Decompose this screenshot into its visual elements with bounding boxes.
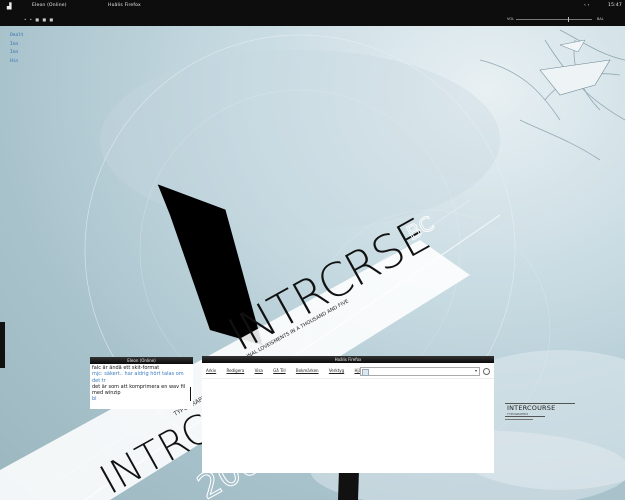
menu-item-visa[interactable]: Visa (255, 368, 263, 373)
dock-dots-icon[interactable]: • • ■ ■ ■ (24, 17, 54, 22)
window-controls[interactable]: ‹ › (584, 3, 590, 8)
firefox-window: Hoâlis Firefox Arkiv Redigera Visa Gå Ti… (202, 356, 494, 473)
desktop-icon[interactable]: Onalt (10, 33, 24, 38)
chat-window-title[interactable]: Eleon (Online) (90, 357, 193, 364)
desktop-icons: Onalt Inn Inn Hin (10, 33, 24, 67)
chat-line: mjc: säkert.. har aldrig hört talas om (92, 371, 184, 378)
desktop-icon[interactable]: Hin (10, 59, 24, 64)
menu-item-redigera[interactable]: Redigera (226, 368, 244, 373)
chat-window: Eleon (Online) falc är ändå ett skit-for… (90, 357, 193, 409)
toolbar-divider (202, 378, 494, 379)
chat-log: falc är ändå ett skit-format mjc: säkert… (90, 364, 193, 404)
menu-item-bokmarken[interactable]: Bokmärken (296, 368, 319, 373)
menu-item-verktyg[interactable]: Verktyg (329, 368, 344, 373)
menu-item-ga-till[interactable]: Gå Till (273, 368, 285, 373)
side-panel-tab[interactable] (0, 322, 5, 368)
active-window-center[interactable]: Hoâlis Firefox (108, 3, 141, 8)
page-icon (362, 369, 369, 376)
top-panel: ▟ Eleon (Online) Hoâlis Firefox ‹ › 15:4… (0, 0, 625, 26)
volume-knob[interactable] (567, 17, 569, 22)
chat-scrollbar[interactable] (189, 365, 192, 409)
divider (505, 416, 545, 417)
volume-slider[interactable] (516, 19, 592, 20)
chat-line: bl (92, 396, 97, 403)
divider (505, 419, 533, 420)
chevron-down-icon[interactable]: ▾ (475, 368, 477, 373)
desktop: INTRCRSE INAL LOVEISMENTS IN A THOUSAND … (0, 0, 625, 500)
menu-bar: Arkiv Redigera Visa Gå Till Bokmärken Ve… (206, 368, 374, 373)
firefox-window-title[interactable]: Hoâlis Firefox (202, 356, 494, 363)
desktop-icon[interactable]: Inn (10, 50, 24, 55)
menu-item-arkiv[interactable]: Arkiv (206, 368, 216, 373)
signature-title: INTERCOURSE (507, 404, 556, 412)
url-input[interactable]: ▾ (360, 367, 480, 376)
reload-icon[interactable] (483, 368, 490, 375)
active-window-left[interactable]: Eleon (Online) (32, 3, 67, 8)
balance-label: BAL (597, 17, 604, 21)
desktop-icon[interactable]: Inn (10, 42, 24, 47)
volume-label: VOL (507, 17, 515, 21)
clock: 15:47 (608, 3, 622, 8)
menu-icon[interactable]: ▟ (7, 3, 12, 10)
